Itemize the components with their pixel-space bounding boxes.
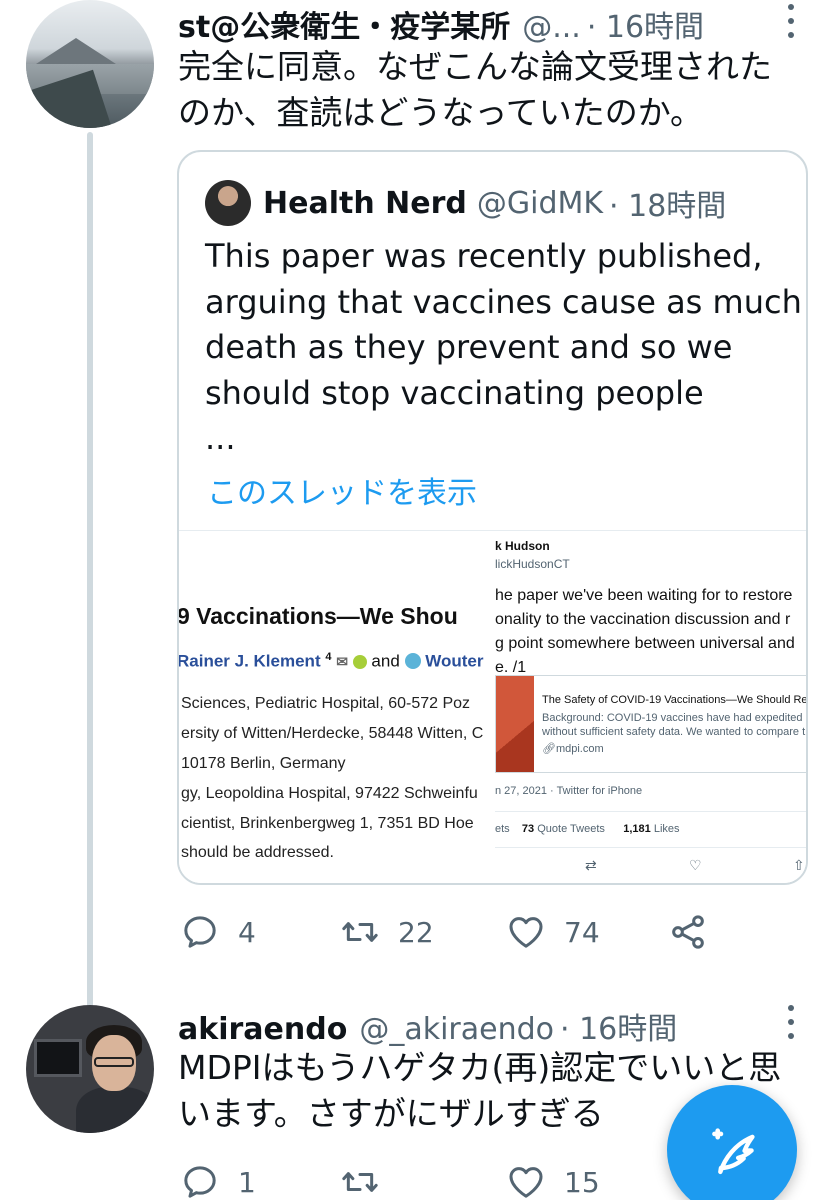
retweet-icon bbox=[342, 1172, 378, 1192]
link-card-title: The Safety of COVID-19 Vaccinations—We S… bbox=[542, 694, 808, 706]
divider bbox=[495, 811, 806, 812]
timestamp[interactable]: · 16時間 bbox=[587, 2, 704, 46]
retweet-button[interactable]: 22 bbox=[340, 912, 434, 952]
link-card: The Safety of COVID-19 Vaccinations—We S… bbox=[495, 675, 808, 773]
link-card-url: 🔗︎mdpi.com bbox=[542, 743, 604, 755]
user-handle: @GidMK bbox=[476, 185, 604, 221]
mail-icon: ✉ bbox=[336, 653, 348, 670]
embedded-text-line: g point somewhere between universal and bbox=[495, 635, 795, 652]
embedded-stats: ets 73 Quote Tweets 1,181 Likes bbox=[495, 823, 680, 835]
paper-affiliation-line: gy, Leopoldina Hospital, 97422 Schweinfu bbox=[181, 785, 478, 802]
like-count: 74 bbox=[564, 915, 600, 949]
tweet-text: 完全に同意。なぜこんな論文受理された のか、査読はどうなっていたのか。 bbox=[178, 44, 772, 136]
like-button[interactable]: 74 bbox=[506, 912, 600, 952]
display-name[interactable]: st@公衆衛生・疫学某所 bbox=[178, 2, 510, 46]
tweet-header: akiraendo @_akiraendo · 16時間 bbox=[178, 1004, 677, 1048]
link-card-thumbnail bbox=[496, 676, 534, 772]
tweet-text-line: MDPIはもうハゲタカ(再)認定でいいと思 bbox=[178, 1048, 782, 1087]
share-icon: ⇧ bbox=[793, 857, 805, 873]
paper-and-text: and bbox=[371, 651, 400, 671]
tweet-text-line: This paper was recently published, bbox=[205, 237, 763, 275]
embedded-action-icons: ⇄ ♡ ⇧ bbox=[495, 857, 806, 877]
tweet-text-line: 完全に同意。なぜこんな論文受理された bbox=[178, 47, 772, 86]
paper-author: Wouter bbox=[425, 651, 484, 671]
retweet-icon: ⇄ bbox=[585, 857, 597, 873]
divider bbox=[495, 847, 806, 848]
tweet-header: st@公衆衛生・疫学某所 @... · 16時間 bbox=[178, 2, 704, 46]
retweet-icon bbox=[342, 922, 378, 942]
paper-author: Rainer J. Klement bbox=[179, 651, 321, 671]
thread-connector-line bbox=[87, 132, 93, 1012]
embedded-display-name: k Hudson bbox=[495, 539, 550, 553]
orcid-icon bbox=[352, 654, 367, 669]
user-handle[interactable]: @... bbox=[522, 10, 581, 45]
user-handle[interactable]: @_akiraendo bbox=[359, 1012, 554, 1047]
paper-affiliation-line: cientist, Brinkenbergweg 1, 7351 BD Hoe bbox=[181, 815, 474, 832]
paper-affiliation-line: ersity of Witten/Herdecke, 58448 Witten,… bbox=[181, 725, 484, 742]
orcid-icon bbox=[404, 652, 421, 669]
display-name: Health Nerd bbox=[263, 185, 467, 221]
paper-title: 9 Vaccinations—We Shou bbox=[179, 603, 458, 629]
retweet-button[interactable] bbox=[340, 1162, 380, 1200]
like-button[interactable]: 15 bbox=[506, 1162, 600, 1200]
embedded-date: n 27, 2021 · Twitter for iPhone bbox=[495, 785, 643, 797]
tweet-text-line: should stop vaccinating people bbox=[205, 373, 704, 412]
paper-affiliation-line: 10178 Berlin, Germany bbox=[181, 755, 346, 772]
paper-affiliation-line: should be addressed. bbox=[181, 844, 334, 861]
tweet-screenshot-image[interactable]: k Hudson lickHudsonCT he paper we've bee… bbox=[495, 531, 808, 883]
embedded-handle: lickHudsonCT bbox=[495, 557, 570, 571]
author-superscript: 4 bbox=[325, 651, 332, 663]
retweet-count: 22 bbox=[398, 915, 434, 949]
link-icon: 🔗︎ bbox=[542, 743, 556, 755]
tweet-text-line: arguing that vaccines cause as much bbox=[205, 282, 802, 321]
paper-affiliation-line: Sciences, Pediatric Hospital, 60-572 Poz bbox=[181, 695, 471, 712]
reply-count: 4 bbox=[238, 915, 256, 949]
embedded-text-line: onality to the vaccination discussion an… bbox=[495, 611, 791, 628]
avatar[interactable] bbox=[26, 1005, 154, 1133]
heart-icon bbox=[509, 917, 543, 948]
paper-screenshot-image[interactable]: 9 Vaccinations—We Shou Rainer J. Klement… bbox=[179, 531, 492, 883]
share-button[interactable] bbox=[668, 912, 708, 952]
quoted-tweet-header: Health Nerd @GidMK · 18時間 bbox=[205, 180, 726, 226]
reply-count: 1 bbox=[238, 1165, 256, 1199]
tweet-text-line: のか、査読はどうなっていたのか。 bbox=[178, 93, 704, 132]
avatar bbox=[205, 180, 251, 226]
reply-icon bbox=[184, 1166, 216, 1198]
share-icon bbox=[672, 915, 704, 949]
compose-feather-icon bbox=[712, 1128, 755, 1175]
timestamp: · 18時間 bbox=[609, 189, 727, 224]
quoted-tweet-text: This paper was recently published, argui… bbox=[205, 234, 802, 462]
reply-button[interactable]: 4 bbox=[180, 912, 256, 952]
embedded-text-line: he paper we've been waiting for to resto… bbox=[495, 587, 793, 604]
tweet-text-line: death as they prevent and so we bbox=[205, 328, 733, 366]
reply-icon bbox=[184, 916, 216, 948]
link-card-description: Background: COVID-19 vaccines have had e… bbox=[542, 712, 808, 724]
more-options-icon[interactable] bbox=[780, 4, 802, 38]
like-count: 15 bbox=[564, 1165, 600, 1199]
paper-authors: Rainer J. Klement 4 ✉ and Wouter bbox=[179, 651, 484, 672]
heart-icon: ♡ bbox=[689, 857, 702, 873]
quoted-tweet[interactable]: Health Nerd @GidMK · 18時間 This paper was… bbox=[177, 150, 808, 885]
more-options-icon[interactable] bbox=[780, 1005, 802, 1039]
heart-icon bbox=[509, 1167, 543, 1198]
avatar[interactable] bbox=[26, 0, 154, 128]
tweet-text-line: ... bbox=[205, 419, 236, 457]
display-name[interactable]: akiraendo bbox=[178, 1012, 347, 1047]
show-thread-link[interactable]: このスレッドを表示 bbox=[207, 468, 477, 512]
link-card-description: without sufficient safety data. We wante… bbox=[542, 726, 806, 738]
reply-button[interactable]: 1 bbox=[180, 1162, 256, 1200]
quoted-media[interactable]: 9 Vaccinations—We Shou Rainer J. Klement… bbox=[179, 530, 808, 883]
timestamp[interactable]: · 16時間 bbox=[560, 1004, 677, 1048]
